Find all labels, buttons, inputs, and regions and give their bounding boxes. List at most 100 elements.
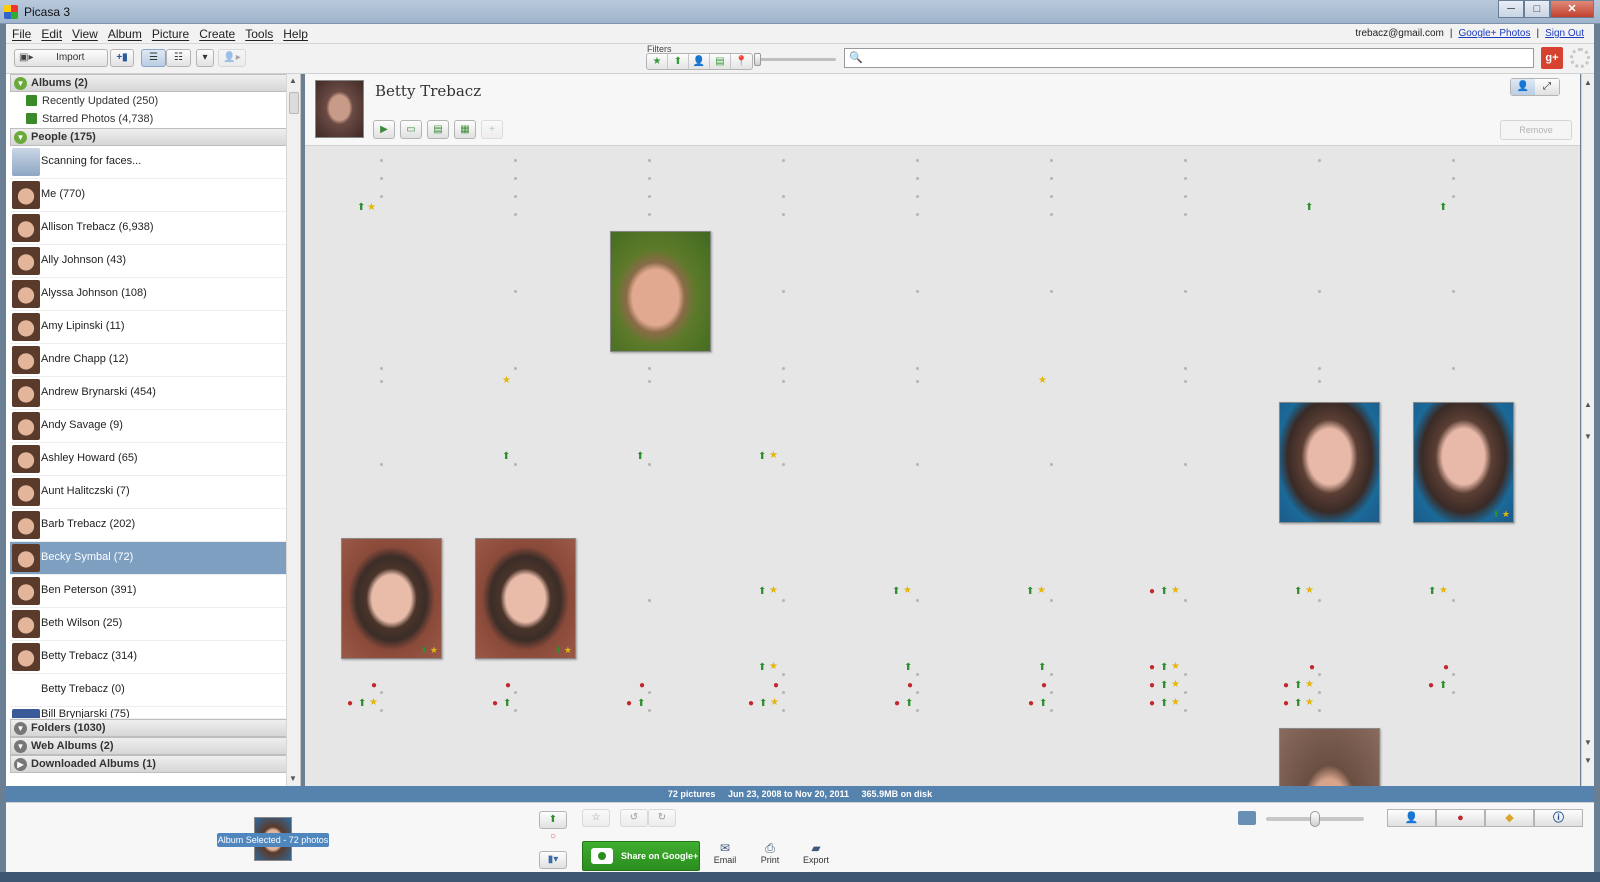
person-item[interactable]: Barb Trebacz (202) <box>10 509 287 542</box>
main-scrollbar[interactable]: ▲ ▲ ▼ ▼ ▼ <box>1581 74 1594 786</box>
add-person-button[interactable]: + <box>481 120 503 139</box>
upload-arrow-icon: ⬆ <box>758 662 767 673</box>
import-button[interactable]: ▣▸ Import <box>14 49 108 67</box>
face-view-button[interactable]: 👤 <box>1511 79 1535 95</box>
add-to-album-button[interactable]: ▮▾ <box>539 851 567 869</box>
person-item[interactable]: Me (770) <box>10 179 287 212</box>
clear-button[interactable]: ○ <box>539 829 567 847</box>
filter-people-button[interactable]: 👤 <box>689 54 710 69</box>
add-album-button[interactable]: +▮ <box>110 49 134 67</box>
folders-section-header[interactable]: ▼ Folders (1030) <box>10 719 287 737</box>
pin-icon: ● <box>371 680 378 691</box>
filter-video-button[interactable]: ▤ <box>710 54 731 69</box>
remove-button[interactable]: Remove <box>1500 120 1572 140</box>
menu-edit[interactable]: Edit <box>41 27 62 41</box>
scroll-mid-up-icon[interactable]: ▲ <box>1584 400 1592 409</box>
face-thumbnail[interactable]: ⬆ ★ <box>1413 402 1514 523</box>
menu-file[interactable]: File <box>12 27 31 41</box>
person-item[interactable]: Scanning for faces... <box>10 146 287 179</box>
flat-view-button[interactable]: ☷ <box>166 49 191 67</box>
collapse-icon: ▼ <box>14 722 27 735</box>
scroll-up-icon[interactable]: ▲ <box>289 76 297 85</box>
pin-icon: ● <box>1041 680 1048 691</box>
menu-album[interactable]: Album <box>108 27 142 41</box>
people-manager-button[interactable]: ▦ <box>454 120 476 139</box>
date-filter-slider-handle[interactable] <box>754 53 761 66</box>
scroll-down-icon[interactable]: ▼ <box>289 774 297 783</box>
tree-view-button[interactable]: ☰ <box>141 49 166 67</box>
menu-help[interactable]: Help <box>283 27 308 41</box>
rotate-right-button[interactable]: ↻ <box>648 809 676 827</box>
person-item[interactable]: Bill Brynjarski (75) <box>10 707 287 719</box>
person-item[interactable]: Aunt Halitczski (7) <box>10 476 287 509</box>
face-thumbnail[interactable] <box>610 231 711 352</box>
person-item[interactable]: Ally Johnson (43) <box>10 245 287 278</box>
search-input[interactable] <box>863 50 1528 66</box>
person-item[interactable]: Betty Trebacz (314) <box>10 641 287 674</box>
person-name: Betty Trebacz <box>375 82 482 100</box>
person-item[interactable]: Andre Chapp (12) <box>10 344 287 377</box>
hold-button[interactable]: ⬆ <box>539 811 567 829</box>
person-item[interactable]: Ashley Howard (65) <box>10 443 287 476</box>
minimize-button[interactable]: ─ <box>1498 0 1524 18</box>
star-tray-button[interactable]: ☆ <box>582 809 610 827</box>
close-button[interactable]: ✕ <box>1550 0 1594 18</box>
rotate-left-button[interactable]: ↺ <box>620 809 648 827</box>
person-item[interactable]: Andrew Brynarski (454) <box>10 377 287 410</box>
people-share-button[interactable]: 👤▸ <box>218 49 246 67</box>
face-thumbnail[interactable]: ⬆ ★ <box>341 538 442 659</box>
scroll-up-icon[interactable]: ▲ <box>1584 78 1592 87</box>
full-view-button[interactable]: ⤢ <box>1535 79 1559 95</box>
face-thumbnail[interactable] <box>1279 728 1380 786</box>
face-thumbnail[interactable]: ⬆ ★ <box>475 538 576 659</box>
date-filter-slider-track[interactable] <box>758 58 836 61</box>
album-recently-updated[interactable]: Recently Updated (250) <box>26 92 158 110</box>
collage-button[interactable]: ▭ <box>400 120 422 139</box>
export-button[interactable]: ▰ Export <box>796 841 836 865</box>
scroll-mid-down-icon[interactable]: ▼ <box>1584 432 1592 441</box>
google-photos-link[interactable]: Google+ Photos <box>1458 28 1530 39</box>
person-item[interactable]: Ben Peterson (391) <box>10 575 287 608</box>
filter-geotag-button[interactable]: 📍 <box>731 54 752 69</box>
filter-uploaded-button[interactable]: ⬆ <box>668 54 689 69</box>
properties-panel-button[interactable]: ⓘ <box>1534 809 1583 827</box>
share-on-google-plus-button[interactable]: Share on Google+ <box>582 841 700 871</box>
view-options-dropdown[interactable]: ▾ <box>196 49 214 67</box>
upload-arrow-icon: ⬆ <box>1160 698 1169 709</box>
print-button[interactable]: ⎙ Print <box>750 841 790 865</box>
albums-section-header[interactable]: ▼ Albums (2) <box>10 74 287 92</box>
tags-panel-button[interactable]: ◆ <box>1485 809 1534 827</box>
thumbnail-size-slider-handle[interactable] <box>1310 811 1320 827</box>
person-item[interactable]: Allison Trebacz (6,938) <box>10 212 287 245</box>
email-button[interactable]: ✉ Email <box>705 841 745 865</box>
person-item[interactable]: Amy Lipinski (11) <box>10 311 287 344</box>
library-scrollbar[interactable]: ▲ ▼ <box>286 74 300 786</box>
add-person-icon: + <box>489 124 495 135</box>
menu-create[interactable]: Create <box>199 27 235 41</box>
places-panel-button[interactable]: ● <box>1436 809 1485 827</box>
people-section-header[interactable]: ▼ People (175) <box>10 128 287 146</box>
menu-view[interactable]: View <box>72 27 98 41</box>
person-item[interactable]: Andy Savage (9) <box>10 410 287 443</box>
scroll-end-icon[interactable]: ▼ <box>1584 756 1592 765</box>
movie-button[interactable]: ▤ <box>427 120 449 139</box>
person-item-selected[interactable]: Becky Symbal (72) <box>10 542 287 575</box>
google-plus-icon[interactable]: g+ <box>1541 47 1563 69</box>
sign-out-link[interactable]: Sign Out <box>1545 28 1584 39</box>
person-item[interactable]: Beth Wilson (25) <box>10 608 287 641</box>
menu-tools[interactable]: Tools <box>245 27 273 41</box>
scrollbar-thumb[interactable] <box>289 92 299 114</box>
person-item[interactable]: Alyssa Johnson (108) <box>10 278 287 311</box>
person-item[interactable]: Betty Trebacz (0) <box>10 674 287 707</box>
downloaded-albums-section-header[interactable]: ▶ Downloaded Albums (1) <box>10 755 287 773</box>
person-cover-photo[interactable] <box>315 80 364 138</box>
scroll-down-icon[interactable]: ▼ <box>1584 738 1592 747</box>
album-starred-photos[interactable]: Starred Photos (4,738) <box>26 110 153 128</box>
web-albums-section-header[interactable]: ▼ Web Albums (2) <box>10 737 287 755</box>
filter-starred-button[interactable]: ★ <box>647 54 668 69</box>
maximize-button[interactable]: □ <box>1524 0 1550 18</box>
menu-picture[interactable]: Picture <box>152 27 189 41</box>
face-thumbnail[interactable] <box>1279 402 1380 523</box>
slideshow-button[interactable]: ▶ <box>373 120 395 139</box>
people-panel-button[interactable]: 👤 <box>1387 809 1436 827</box>
